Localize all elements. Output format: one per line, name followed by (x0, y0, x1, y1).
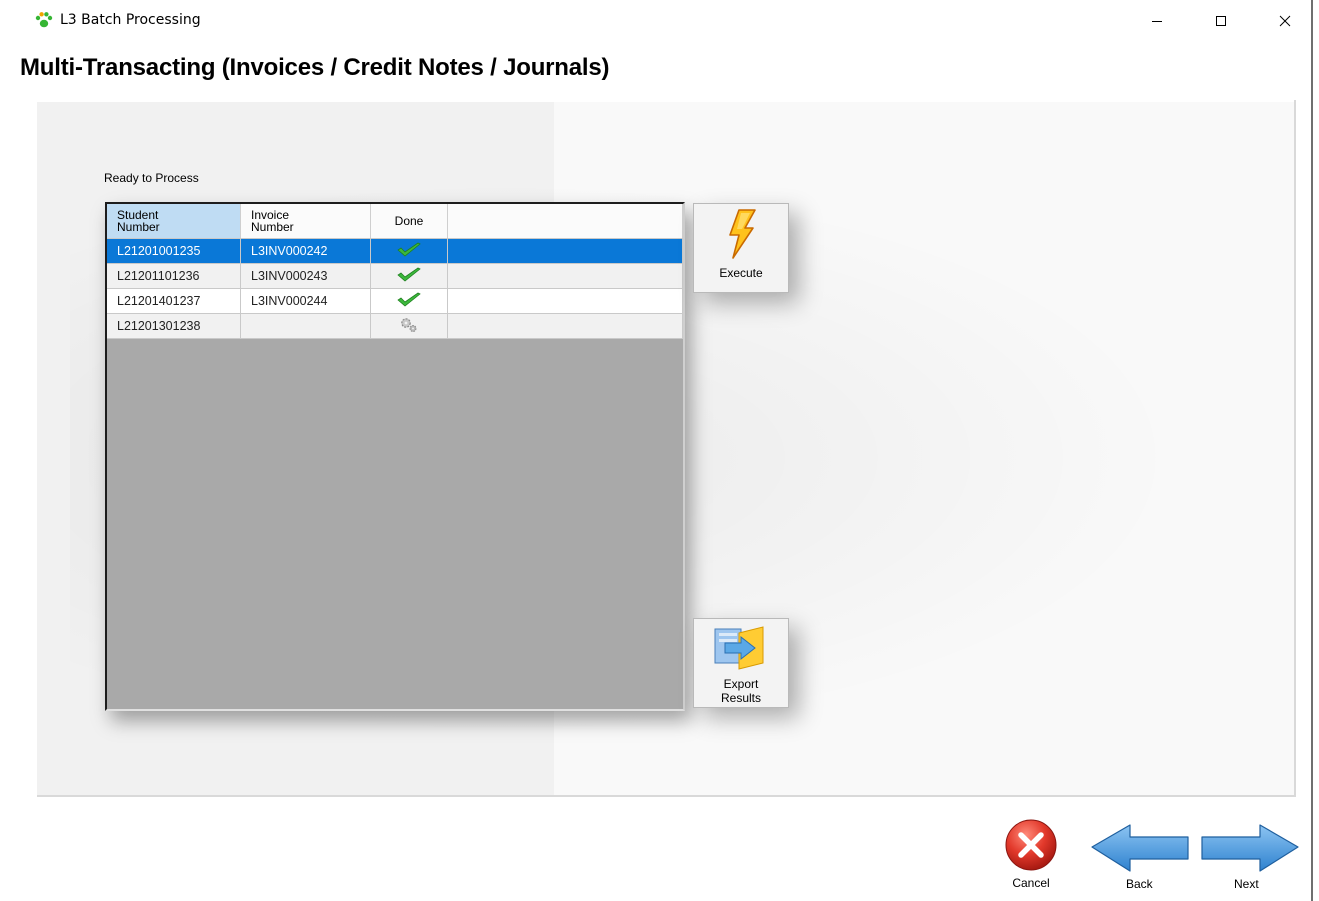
cancel-x-icon (1005, 819, 1057, 871)
table-row[interactable]: L21201301238 (107, 313, 683, 339)
done-cell[interactable] (370, 263, 448, 289)
page-title: Multi-Transacting (Invoices / Credit Not… (20, 54, 610, 81)
window-title: L3 Batch Processing (60, 12, 201, 28)
done-cell[interactable] (370, 313, 448, 339)
column-header-filler (447, 204, 683, 239)
column-header-done[interactable]: Done (370, 204, 448, 239)
back-button[interactable]: Back (1088, 823, 1192, 891)
invoice-number-cell[interactable] (240, 313, 371, 339)
back-label: Back (1126, 877, 1153, 891)
gears-icon (401, 317, 417, 332)
transactions-grid[interactable]: Student Number Invoice Number Done L2120… (105, 202, 685, 711)
done-cell[interactable] (370, 238, 448, 264)
cancel-button[interactable]: Cancel (996, 818, 1066, 890)
grid-label: Ready to Process (104, 171, 199, 185)
student-number-cell[interactable]: L21201401237 (107, 288, 241, 314)
close-icon (1279, 15, 1291, 27)
maximize-button[interactable] (1198, 0, 1244, 42)
column-header-student-number[interactable]: Student Number (107, 204, 241, 239)
export-folder-icon (714, 626, 764, 670)
minimize-button[interactable] (1134, 0, 1180, 42)
close-button[interactable] (1262, 0, 1308, 42)
cancel-label: Cancel (1012, 876, 1050, 890)
student-number-cell[interactable]: L21201301238 (107, 313, 241, 339)
table-row[interactable]: L21201001235 L3INV000242 (107, 238, 683, 264)
left-arrow-icon (1091, 824, 1189, 872)
next-button[interactable]: Next (1198, 823, 1302, 891)
window-edge (1311, 0, 1313, 901)
right-arrow-icon (1201, 824, 1299, 872)
minimize-icon (1152, 21, 1162, 22)
invoice-number-cell[interactable]: L3INV000243 (240, 263, 371, 289)
grid-header-row: Student Number Invoice Number Done (107, 204, 683, 239)
table-row[interactable]: L21201101236 L3INV000243 (107, 263, 683, 289)
paw-icon (35, 12, 53, 28)
student-number-cell[interactable]: L21201101236 (107, 263, 241, 289)
export-label-line2: Results (720, 691, 761, 705)
student-number-cell[interactable]: L21201001235 (107, 238, 241, 264)
checkmark-icon (397, 267, 421, 282)
checkmark-icon (397, 242, 421, 257)
lightning-icon (729, 209, 756, 259)
export-results-button[interactable]: Export Results (693, 618, 789, 708)
title-bar: L3 Batch Processing (0, 0, 1319, 42)
export-label-line1: Export (723, 677, 759, 691)
maximize-icon (1216, 16, 1226, 26)
column-header-invoice-number[interactable]: Invoice Number (240, 204, 371, 239)
invoice-number-cell[interactable]: L3INV000244 (240, 288, 371, 314)
invoice-number-cell[interactable]: L3INV000242 (240, 238, 371, 264)
execute-button[interactable]: Execute (693, 203, 789, 293)
table-row[interactable]: L21201401237 L3INV000244 (107, 288, 683, 314)
done-cell[interactable] (370, 288, 448, 314)
checkmark-icon (397, 292, 421, 307)
execute-label: Execute (719, 266, 763, 280)
next-label: Next (1234, 877, 1259, 891)
